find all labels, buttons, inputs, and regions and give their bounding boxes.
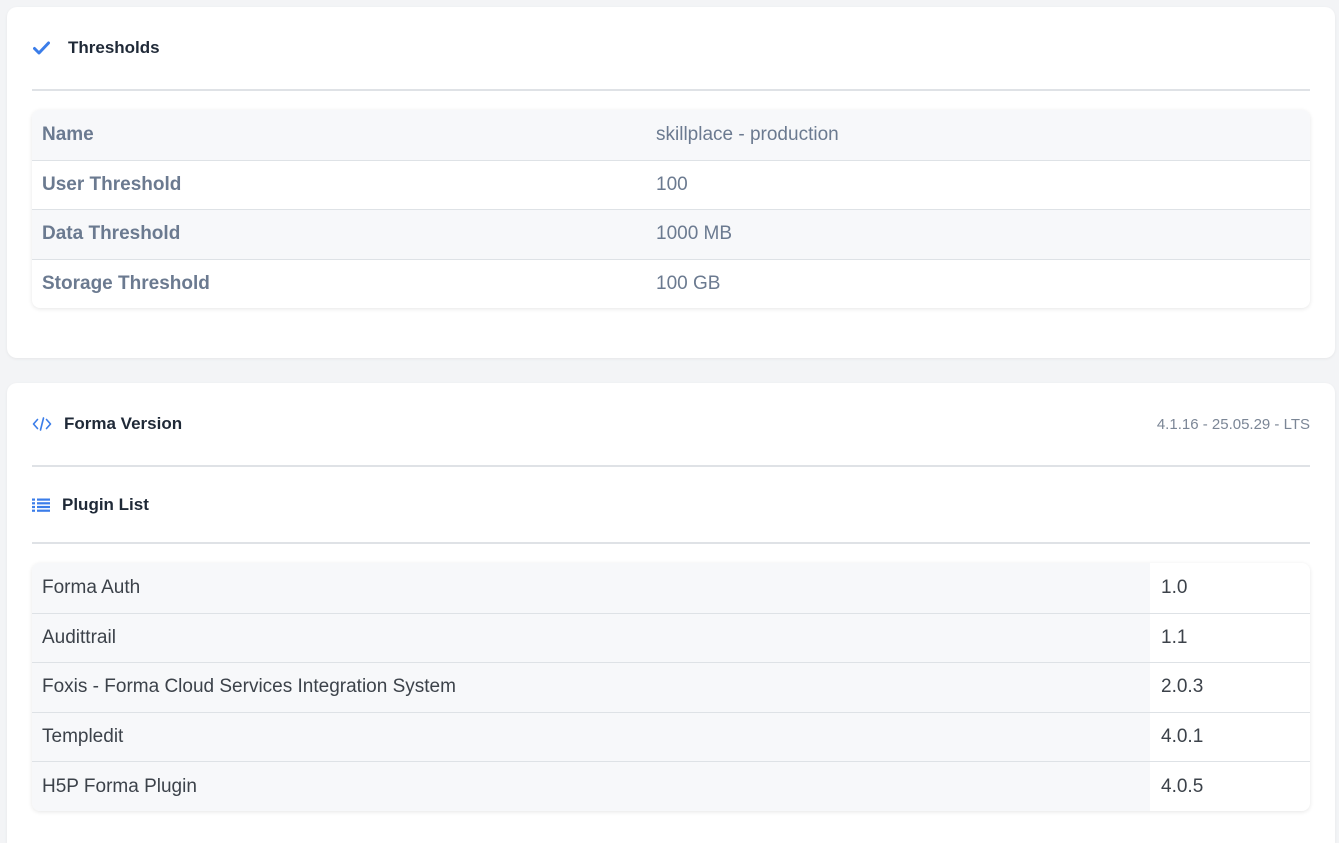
plugin-name: Foxis - Forma Cloud Services Integration… (32, 663, 1150, 712)
plugin-table: Forma Auth 1.0 Audittrail 1.1 Foxis - Fo… (32, 563, 1310, 811)
plugin-name: Templedit (32, 712, 1150, 762)
forma-version-title: Forma Version (64, 414, 183, 433)
list-icon (32, 497, 50, 513)
table-row: Name skillplace - production (32, 110, 1310, 160)
threshold-label: Name (42, 123, 94, 145)
thresholds-header: Thresholds (32, 7, 1310, 91)
threshold-label: Data Threshold (42, 223, 181, 245)
table-row: Forma Auth 1.0 (32, 563, 1310, 613)
table-row: H5P Forma Plugin 4.0.5 (32, 761, 1310, 811)
threshold-value: 100 GB (656, 273, 721, 295)
version-card: Forma Version 4.1.16 - 25.05.29 - LTS Pl… (7, 383, 1335, 843)
plugin-version: 4.0.1 (1161, 726, 1204, 748)
table-row: Storage Threshold 100 GB (32, 258, 1310, 309)
forma-version-value: 4.1.16 - 25.05.29 - LTS (1156, 415, 1310, 433)
plugin-name: H5P Forma Plugin (32, 762, 1150, 811)
table-row: Templedit 4.0.1 (32, 711, 1310, 762)
thresholds-card: Thresholds Name skillplace - production … (7, 7, 1335, 358)
table-row: User Threshold 100 (32, 159, 1310, 210)
thresholds-title: Thresholds (68, 38, 160, 57)
threshold-value: 1000 MB (656, 223, 733, 245)
plugin-version: 4.0.5 (1161, 775, 1204, 797)
threshold-value: skillplace - production (656, 123, 839, 145)
plugin-list-title: Plugin List (62, 494, 149, 514)
threshold-value: 100 (656, 173, 688, 195)
code-icon (32, 416, 52, 432)
plugin-version: 1.1 (1161, 626, 1188, 648)
plugin-name: Audittrail (32, 613, 1150, 663)
threshold-label: Storage Threshold (42, 273, 210, 295)
plugin-version: 1.0 (1161, 576, 1188, 598)
table-row: Audittrail 1.1 (32, 612, 1310, 663)
check-icon (32, 39, 50, 57)
thresholds-table: Name skillplace - production User Thresh… (32, 110, 1310, 309)
plugin-name: Forma Auth (32, 563, 1150, 613)
table-row: Data Threshold 1000 MB (32, 209, 1310, 259)
forma-version-header: Forma Version 4.1.16 - 25.05.29 - LTS (32, 383, 1310, 467)
plugin-version: 2.0.3 (1161, 676, 1204, 698)
table-row: Foxis - Forma Cloud Services Integration… (32, 662, 1310, 712)
plugin-list-header: Plugin List (32, 467, 1310, 544)
threshold-label: User Threshold (42, 173, 182, 195)
